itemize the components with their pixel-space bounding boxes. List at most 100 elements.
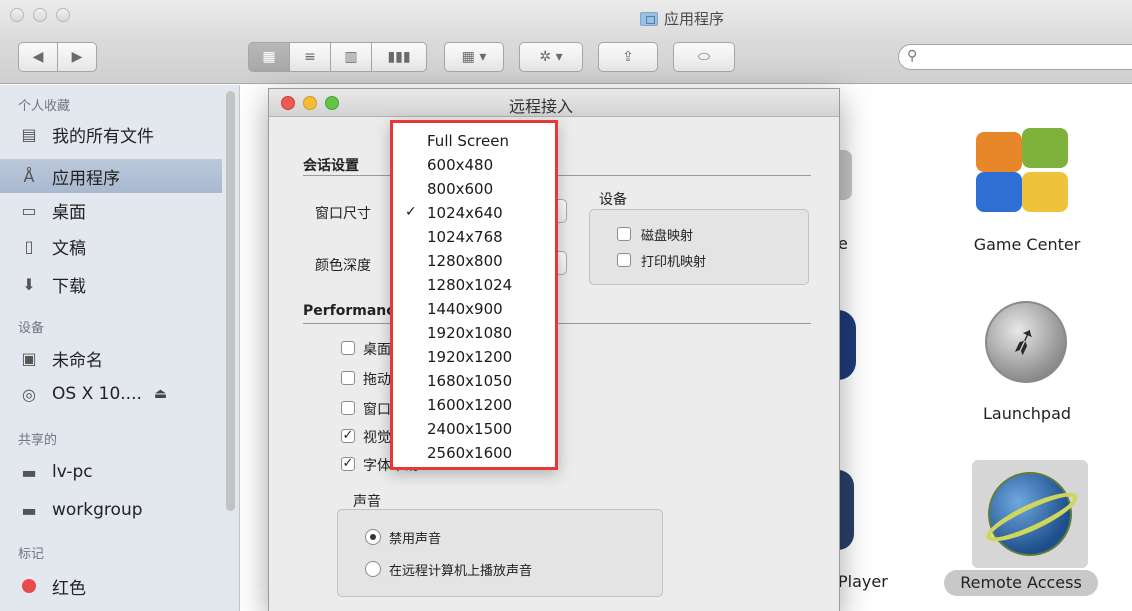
coverflow-view-button[interactable]: ▮▮▮ <box>371 42 427 72</box>
sidebar-item-red-tag[interactable]: 红色 <box>0 569 222 603</box>
menu-item-1440x900[interactable]: 1440x900 <box>393 297 555 321</box>
window-titlebar: 应用程序 <box>0 0 1132 36</box>
partial-app-icon[interactable] <box>838 310 856 380</box>
computer-icon: ▬ <box>21 500 37 520</box>
list-view-button[interactable]: ≡ <box>289 42 331 72</box>
sound-groupbox <box>337 509 663 597</box>
sidebar-item-workgroup[interactable]: ▬ workgroup <box>0 493 222 527</box>
sidebar-item-all-files[interactable]: ▤ 我的所有文件 <box>0 117 222 151</box>
sidebar-header-favorites: 个人收藏 <box>18 99 71 114</box>
search-icon: ⚲ <box>907 48 918 64</box>
menu-item-1920x1200[interactable]: 1920x1200 <box>393 345 555 369</box>
tags-button[interactable]: ⬭ <box>673 42 735 72</box>
minimize-dialog-button[interactable] <box>303 96 317 110</box>
game-center-label: Game Center <box>973 235 1081 254</box>
sidebar-scrollbar[interactable] <box>226 91 235 511</box>
action-button[interactable]: ✲ ▾ <box>519 42 583 72</box>
game-center-icon[interactable] <box>972 128 1072 216</box>
arrange-button[interactable]: ▦ ▾ <box>444 42 504 72</box>
grid-icon: ▦ <box>262 49 276 65</box>
sidebar-header-devices: 设备 <box>18 321 45 336</box>
tag-icon: ⬭ <box>698 49 710 65</box>
list-icon: ≡ <box>304 49 316 65</box>
perf-visual-styles-checkbox[interactable]: ✓ <box>341 429 355 443</box>
applications-icon: Å <box>23 166 35 186</box>
column-view-button[interactable]: ▥ <box>330 42 372 72</box>
disk-mapping-checkbox[interactable] <box>617 227 631 241</box>
documents-icon: ▯ <box>24 236 34 256</box>
resolution-dropdown-menu: Full Screen 600x480 800x600 ✓ 1024x640 1… <box>390 120 558 470</box>
perf-font-smoothing-checkbox[interactable]: ✓ <box>341 457 355 471</box>
dvd-icon: ◎ <box>22 384 36 404</box>
disable-sound-label: 禁用声音 <box>389 532 442 547</box>
sidebar-item-documents[interactable]: ▯ 文稿 <box>0 229 222 263</box>
remote-access-icon[interactable] <box>972 460 1088 568</box>
menu-item-1024x768[interactable]: 1024x768 <box>393 225 555 249</box>
chevron-left-icon: ◀ <box>32 49 44 65</box>
device-section-title: 设备 <box>599 192 627 208</box>
globe-icon <box>981 472 1083 556</box>
menu-item-1680x1050[interactable]: 1680x1050 <box>393 369 555 393</box>
partial-app-label: Player <box>838 572 888 591</box>
window-title: 应用程序 <box>640 8 724 29</box>
forward-button[interactable]: ▶ <box>57 42 97 72</box>
window-size-label: 窗口尺寸 <box>315 206 371 222</box>
share-icon: ⇪ <box>622 49 634 65</box>
back-button[interactable]: ◀ <box>18 42 58 72</box>
minimize-window-button[interactable] <box>33 8 47 22</box>
rocket-icon: ➶ <box>1002 317 1046 366</box>
menu-item-2400x1500[interactable]: 2400x1500 <box>393 417 555 441</box>
printer-mapping-checkbox[interactable] <box>617 253 631 267</box>
menu-item-1600x1200[interactable]: 1600x1200 <box>393 393 555 417</box>
sidebar: 个人收藏 ▤ 我的所有文件 Å 应用程序 ▭ 桌面 ▯ 文稿 ⬇ 下载 设备 ▣… <box>0 85 240 611</box>
icon-view-button[interactable]: ▦ <box>248 42 290 72</box>
red-tag-icon <box>18 575 40 597</box>
play-remote-sound-radio[interactable] <box>365 561 381 577</box>
menu-item-1280x1024[interactable]: 1280x1024 <box>393 273 555 297</box>
zoom-window-button[interactable] <box>56 8 70 22</box>
partial-app-icon[interactable] <box>838 470 854 550</box>
share-button[interactable]: ⇪ <box>598 42 658 72</box>
partial-app-icon[interactable] <box>838 150 852 200</box>
close-dialog-button[interactable] <box>281 96 295 110</box>
zoom-dialog-button[interactable] <box>325 96 339 110</box>
menu-item-600x480[interactable]: 600x480 <box>393 153 555 177</box>
menu-item-1280x800[interactable]: 1280x800 <box>393 249 555 273</box>
sidebar-item-untitled-disk[interactable]: ▣ 未命名 <box>0 341 222 375</box>
sidebar-header-shared: 共享的 <box>18 433 58 448</box>
checkmark-icon: ✓ <box>405 204 417 220</box>
launchpad-icon[interactable]: ➶ <box>985 301 1067 383</box>
color-depth-label: 颜色深度 <box>315 258 371 274</box>
finder-toolbar: ◀ ▶ ▦ ≡ ▥ ▮▮▮ ▦ ▾ ✲ ▾ ⇪ ⬭ ⚲ <box>0 36 1132 84</box>
sidebar-item-downloads[interactable]: ⬇ 下载 <box>0 267 222 301</box>
dialog-title: 远程接入 <box>509 97 574 116</box>
sound-section-title: 声音 <box>353 494 381 510</box>
perf-window-menu-checkbox[interactable] <box>341 401 355 415</box>
menu-item-1920x1080[interactable]: 1920x1080 <box>393 321 555 345</box>
launchpad-label: Launchpad <box>982 404 1072 423</box>
downloads-icon: ⬇ <box>22 274 36 294</box>
chevron-right-icon: ▶ <box>71 49 83 65</box>
menu-item-800x600[interactable]: 800x600 <box>393 177 555 201</box>
menu-item-1024x640[interactable]: ✓ 1024x640 <box>393 201 555 225</box>
sidebar-item-os-x-dvd[interactable]: ◎ OS X 10.... ⏏ <box>0 377 222 411</box>
search-input[interactable]: ⚲ <box>898 44 1132 70</box>
computer-icon: ▬ <box>21 462 37 482</box>
remote-access-label[interactable]: Remote Access <box>944 570 1098 596</box>
sidebar-item-lv-pc[interactable]: ▬ lv-pc <box>0 455 222 489</box>
applications-folder-icon <box>640 11 658 26</box>
disable-sound-radio[interactable] <box>365 529 381 545</box>
menu-item-2560x1600[interactable]: 2560x1600 <box>393 441 555 465</box>
sidebar-item-desktop[interactable]: ▭ 桌面 <box>0 193 222 227</box>
menu-item-full-screen[interactable]: Full Screen <box>393 129 555 153</box>
disk-icon: ▣ <box>21 348 37 368</box>
printer-mapping-label: 打印机映射 <box>641 255 707 270</box>
coverflow-icon: ▮▮▮ <box>387 49 411 65</box>
sidebar-item-applications[interactable]: Å 应用程序 <box>0 159 222 193</box>
sidebar-header-tags: 标记 <box>18 547 45 562</box>
perf-desktop-background-checkbox[interactable] <box>341 341 355 355</box>
all-files-icon: ▤ <box>21 124 37 144</box>
perf-show-drag-checkbox[interactable] <box>341 371 355 385</box>
eject-icon[interactable]: ⏏ <box>154 386 167 402</box>
close-window-button[interactable] <box>10 8 24 22</box>
